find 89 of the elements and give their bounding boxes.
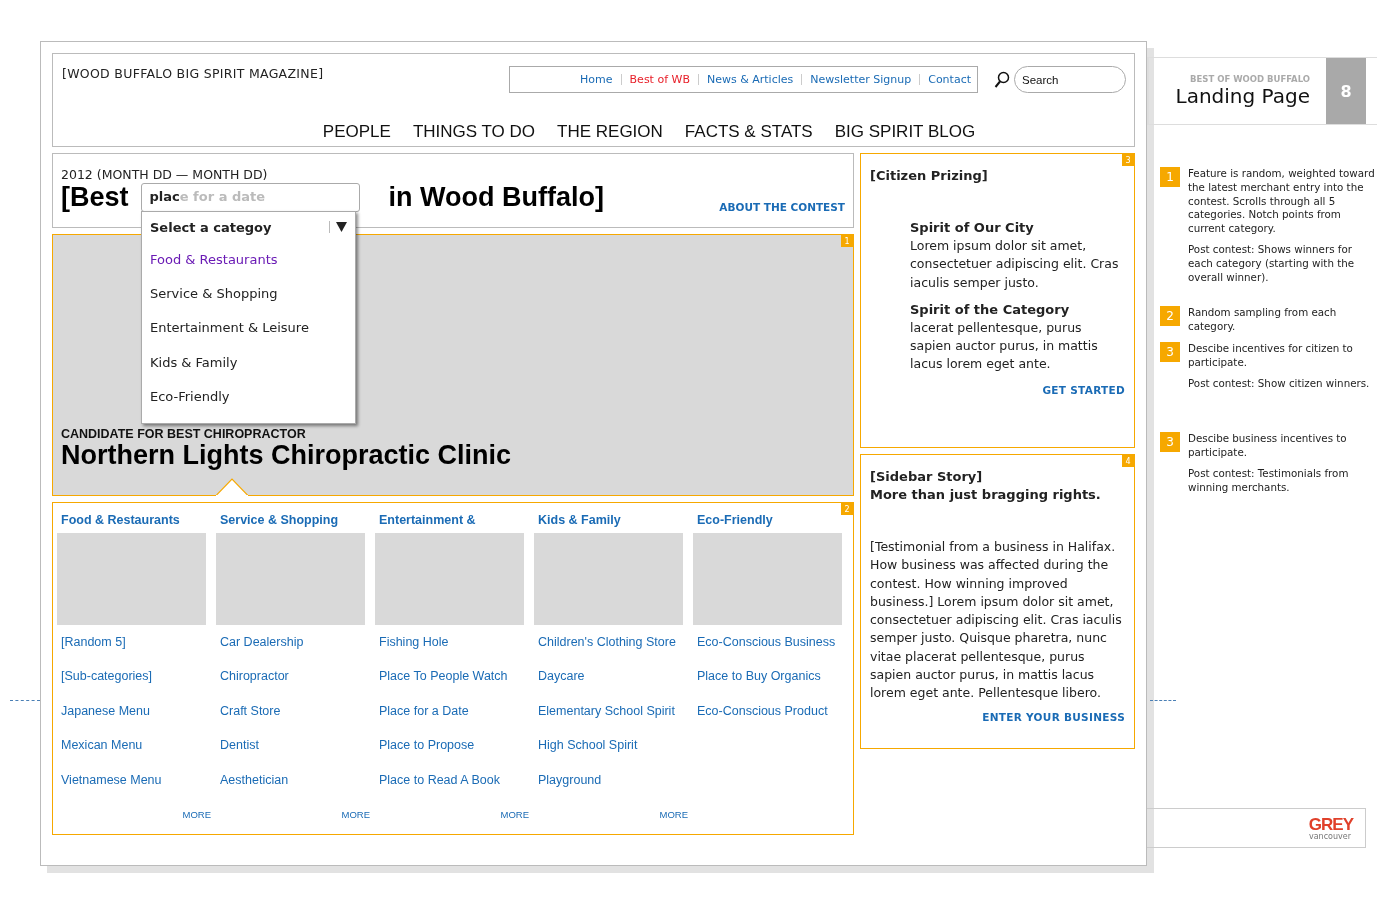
category-heading[interactable]: Kids & Family [534, 513, 693, 533]
note-badge: 4 [1122, 455, 1134, 467]
more-link[interactable]: MORE [500, 808, 529, 820]
panel-title: [Citizen Prizing] [870, 167, 989, 185]
feature-name: Northern Lights Chiropractic Clinic [61, 441, 513, 471]
top-nav-link[interactable]: Contact [928, 73, 971, 86]
note-text: Descibe incentives for citizen to participate. [1188, 341, 1354, 370]
more-link[interactable]: MORE [659, 808, 688, 820]
contest-dates: 2012 (MONTH DD — MONTH DD) [61, 167, 269, 182]
dropdown-option[interactable]: Service & Shopping [150, 276, 347, 311]
subcategory-link[interactable]: Japanese Menu [57, 703, 216, 739]
section-text: Lorem ipsum dolor sit amet, consectetuer adipiscing elit. Cras iaculis semper justo. [910, 237, 1120, 292]
note-text: Feature is random, weighted toward the latest merchant entry into the contest. Scrolls through all 5 categories. Notch points from current category. [1188, 167, 1376, 236]
note-number: 1 [1160, 167, 1180, 187]
subcategory-link[interactable]: Dentist [216, 738, 375, 773]
search-icon[interactable] [994, 70, 1010, 89]
subcategory-link[interactable]: Eco-Conscious Product [693, 703, 852, 739]
category-heading[interactable]: Entertainment & [375, 513, 534, 533]
note-text: Descibe business incentives to participate. [1188, 432, 1348, 460]
subcategory-link[interactable]: Place To People Watch [375, 669, 534, 704]
panel-subtitle: More than just bragging rights. [870, 486, 1102, 504]
contest-title-start: [Best [61, 182, 129, 213]
subcategory-link[interactable]: Children's Clothing Store [534, 635, 693, 670]
top-nav-link[interactable]: Home [580, 73, 613, 86]
subcategory-link[interactable]: Car Dealership [216, 635, 375, 670]
more-link[interactable]: MORE [341, 808, 370, 820]
note-badge: 2 [841, 503, 853, 515]
dropdown-option[interactable]: Kids & Family [150, 345, 347, 380]
top-nav-link[interactable]: Newsletter Signup [810, 73, 912, 86]
site-title: [WOOD BUFFALO BIG SPIRIT MAGAZINE] [62, 66, 325, 81]
subcategory-link[interactable]: High School Spirit [534, 738, 693, 773]
subcategory-link[interactable]: Daycare [534, 669, 693, 704]
category-heading[interactable]: Eco-Friendly [693, 513, 852, 533]
enter-business-link[interactable]: ENTER YOUR BUSINESS [982, 710, 1125, 723]
more-link[interactable]: MORE [182, 808, 211, 820]
subcategory-link[interactable]: Place to Read A Book [375, 772, 534, 807]
dropdown-header[interactable]: Select a categoy [150, 219, 272, 235]
dropdown-option[interactable]: Entertainment & Leisure [150, 310, 347, 346]
section-text: lacerat pellentesque, purus sapien auctor purus, in mattis lacus lorem eget ante. [910, 318, 1099, 374]
page-kicker: BEST OF WOOD BUFFALO [1190, 74, 1310, 84]
note-text: Post contest: Show citizen winners. [1188, 376, 1371, 391]
page-number: 8 [1326, 58, 1366, 124]
section-heading: Spirit of Our City [910, 219, 1035, 237]
subcategory-link[interactable]: Place to Propose [375, 738, 534, 773]
category-heading[interactable]: Service & Shopping [216, 513, 375, 533]
category-heading[interactable]: Food & Restaurants [57, 513, 216, 533]
top-nav-link[interactable]: Best of WB [629, 73, 690, 86]
page-title: Landing Page [1175, 84, 1310, 108]
logo-subtext: vancouver [1309, 832, 1351, 841]
note-text: Random sampling from each category. [1188, 306, 1338, 334]
note-number: 3 [1160, 341, 1180, 362]
note-text: Post contest: Testimonials from winning merchants. [1188, 466, 1350, 495]
subcategory-link[interactable]: Fishing Hole [375, 635, 534, 670]
panel-title: [Sidebar Story] [870, 468, 984, 486]
top-nav-link[interactable]: News & Articles [706, 73, 794, 86]
contest-title-end: in Wood Buffalo] [388, 182, 604, 213]
subcategory-link[interactable]: Place for a Date [375, 703, 534, 739]
subcategory-link[interactable]: Elementary School Spirit [534, 703, 693, 739]
section-heading: Spirit of the Category [910, 300, 1071, 319]
autocomplete-field[interactable]: place for a date [140, 183, 360, 212]
note-badge: 3 [1122, 154, 1134, 166]
main-nav-link[interactable]: BIG SPIRIT BLOG [834, 122, 976, 142]
subcategory-link[interactable]: Place to Buy Organics [693, 669, 852, 704]
note-badge: 1 [841, 235, 853, 247]
subcategory-link[interactable]: Vietnamese Menu [57, 772, 216, 807]
subcategory-link[interactable]: Aesthetician [216, 772, 375, 807]
get-started-link[interactable]: GET STARTED [1042, 383, 1125, 396]
subcategory-link[interactable]: Chiropractor [216, 669, 375, 704]
subcategory-link[interactable]: Mexican Menu [57, 738, 216, 773]
note-number: 2 [1160, 306, 1180, 327]
main-nav-link[interactable]: PEOPLE [322, 122, 391, 142]
main-nav-link[interactable]: THINGS TO DO [412, 122, 536, 142]
subcategory-link[interactable]: Playground [534, 772, 693, 807]
feature-kicker: CANDIDATE FOR BEST CHIROPRACTOR [61, 427, 307, 442]
main-nav-link[interactable]: THE REGION [557, 122, 663, 142]
main-nav-link[interactable]: FACTS & STATS [684, 122, 813, 142]
note-number: 3 [1160, 432, 1180, 453]
subcategory-link[interactable]: [Random 5] [57, 635, 216, 670]
subcategory-link[interactable]: Craft Store [216, 703, 375, 739]
about-contest-link[interactable]: ABOUT THE CONTEST [719, 201, 845, 213]
testimonial-text: [Testimonial from a business in Halifax. How business was affected during the contest. How winning improved business.] Lorem ipsum dolor sit amet, consectetuer adipiscing elit. Cras iaculis semper justo. Quisque pharetra, nunc vitae placerat pellentesque, purus sapien auctor purus, in mattis lacus lorem eget ante. Pellentesque libero. [870, 538, 1123, 703]
search-field[interactable]: Search [1014, 66, 1126, 93]
logo: GREY [1308, 815, 1353, 833]
caret-icon[interactable] [336, 222, 347, 232]
dropdown-option[interactable]: Food & Restaurants [150, 242, 347, 277]
subcategory-link[interactable]: Eco-Conscious Business [693, 635, 852, 670]
note-text: Post contest: Shows winners for each category (starting with the overall winner). [1188, 243, 1356, 285]
subcategory-link[interactable]: [Sub-categories] [57, 669, 216, 704]
dropdown-option[interactable]: Eco-Friendly [150, 379, 347, 414]
